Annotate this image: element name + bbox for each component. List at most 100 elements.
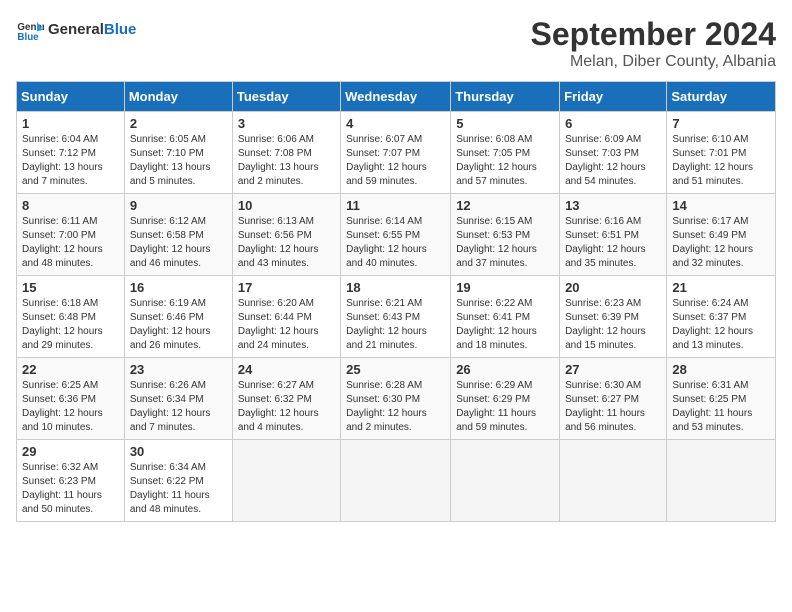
day-number: 28 xyxy=(672,362,770,377)
calendar-cell xyxy=(451,440,560,522)
logo-icon: General Blue xyxy=(16,16,44,44)
day-info: Sunrise: 6:17 AMSunset: 6:49 PMDaylight:… xyxy=(672,215,770,271)
day-info: Sunrise: 6:05 AMSunset: 7:10 PMDaylight:… xyxy=(130,133,227,189)
day-info: Sunrise: 6:30 AMSunset: 6:27 PMDaylight:… xyxy=(565,379,661,435)
col-header-thursday: Thursday xyxy=(451,82,560,112)
calendar-table: SundayMondayTuesdayWednesdayThursdayFrid… xyxy=(16,81,776,522)
day-info: Sunrise: 6:18 AMSunset: 6:48 PMDaylight:… xyxy=(22,297,119,353)
day-info: Sunrise: 6:32 AMSunset: 6:23 PMDaylight:… xyxy=(22,461,119,517)
calendar-cell: 5 Sunrise: 6:08 AMSunset: 7:05 PMDaylight… xyxy=(451,112,560,194)
calendar-cell: 23 Sunrise: 6:26 AMSunset: 6:34 PMDayligh… xyxy=(124,358,232,440)
svg-text:Blue: Blue xyxy=(17,32,39,43)
col-header-sunday: Sunday xyxy=(17,82,125,112)
calendar-cell: 24 Sunrise: 6:27 AMSunset: 6:32 PMDayligh… xyxy=(232,358,340,440)
day-number: 7 xyxy=(672,116,770,131)
calendar-cell: 26 Sunrise: 6:29 AMSunset: 6:29 PMDayligh… xyxy=(451,358,560,440)
day-info: Sunrise: 6:29 AMSunset: 6:29 PMDaylight:… xyxy=(456,379,554,435)
calendar-cell: 29 Sunrise: 6:32 AMSunset: 6:23 PMDayligh… xyxy=(17,440,125,522)
calendar-cell: 13Sunrise: 6:16 AMSunset: 6:51 PMDayligh… xyxy=(560,194,667,276)
day-info: Sunrise: 6:10 AMSunset: 7:01 PMDaylight:… xyxy=(672,133,770,189)
day-info: Sunrise: 6:08 AMSunset: 7:05 PMDaylight:… xyxy=(456,133,554,189)
day-number: 18 xyxy=(346,280,445,295)
day-number: 5 xyxy=(456,116,554,131)
day-info: Sunrise: 6:15 AMSunset: 6:53 PMDaylight:… xyxy=(456,215,554,271)
day-number: 26 xyxy=(456,362,554,377)
col-header-monday: Monday xyxy=(124,82,232,112)
page-header: General Blue GeneralBlue September 2024 … xyxy=(16,16,776,71)
day-number: 22 xyxy=(22,362,119,377)
day-number: 21 xyxy=(672,280,770,295)
calendar-cell: 28 Sunrise: 6:31 AMSunset: 6:25 PMDayligh… xyxy=(667,358,776,440)
day-info: Sunrise: 6:16 AMSunset: 6:51 PMDaylight:… xyxy=(565,215,661,271)
day-info: Sunrise: 6:09 AMSunset: 7:03 PMDaylight:… xyxy=(565,133,661,189)
day-number: 16 xyxy=(130,280,227,295)
day-number: 3 xyxy=(238,116,335,131)
day-info: Sunrise: 6:24 AMSunset: 6:37 PMDaylight:… xyxy=(672,297,770,353)
day-info: Sunrise: 6:14 AMSunset: 6:55 PMDaylight:… xyxy=(346,215,445,271)
day-number: 12 xyxy=(456,198,554,213)
calendar-cell xyxy=(560,440,667,522)
calendar-title: September 2024 xyxy=(531,16,776,53)
day-info: Sunrise: 6:21 AMSunset: 6:43 PMDaylight:… xyxy=(346,297,445,353)
calendar-cell: 7 Sunrise: 6:10 AMSunset: 7:01 PMDaylight… xyxy=(667,112,776,194)
calendar-cell: 19 Sunrise: 6:22 AMSunset: 6:41 PMDayligh… xyxy=(451,276,560,358)
calendar-cell: 14 Sunrise: 6:17 AMSunset: 6:49 PMDayligh… xyxy=(667,194,776,276)
calendar-cell: 21 Sunrise: 6:24 AMSunset: 6:37 PMDayligh… xyxy=(667,276,776,358)
calendar-cell: 3 Sunrise: 6:06 AMSunset: 7:08 PMDaylight… xyxy=(232,112,340,194)
calendar-cell xyxy=(232,440,340,522)
day-number: 4 xyxy=(346,116,445,131)
day-info: Sunrise: 6:06 AMSunset: 7:08 PMDaylight:… xyxy=(238,133,335,189)
calendar-cell: 10Sunrise: 6:13 AMSunset: 6:56 PMDayligh… xyxy=(232,194,340,276)
day-number: 20 xyxy=(565,280,661,295)
calendar-cell: 18 Sunrise: 6:21 AMSunset: 6:43 PMDayligh… xyxy=(341,276,451,358)
day-info: Sunrise: 6:27 AMSunset: 6:32 PMDaylight:… xyxy=(238,379,335,435)
day-info: Sunrise: 6:07 AMSunset: 7:07 PMDaylight:… xyxy=(346,133,445,189)
day-info: Sunrise: 6:26 AMSunset: 6:34 PMDaylight:… xyxy=(130,379,227,435)
day-number: 23 xyxy=(130,362,227,377)
calendar-cell: 25 Sunrise: 6:28 AMSunset: 6:30 PMDayligh… xyxy=(341,358,451,440)
day-number: 30 xyxy=(130,444,227,459)
day-number: 15 xyxy=(22,280,119,295)
day-number: 8 xyxy=(22,198,119,213)
title-area: September 2024 Melan, Diber County, Alba… xyxy=(531,16,776,71)
calendar-cell: 16Sunrise: 6:19 AMSunset: 6:46 PMDayligh… xyxy=(124,276,232,358)
day-number: 11 xyxy=(346,198,445,213)
day-info: Sunrise: 6:04 AMSunset: 7:12 PMDaylight:… xyxy=(22,133,119,189)
day-info: Sunrise: 6:20 AMSunset: 6:44 PMDaylight:… xyxy=(238,297,335,353)
day-info: Sunrise: 6:25 AMSunset: 6:36 PMDaylight:… xyxy=(22,379,119,435)
calendar-cell: 30 Sunrise: 6:34 AMSunset: 6:22 PMDayligh… xyxy=(124,440,232,522)
calendar-subtitle: Melan, Diber County, Albania xyxy=(531,53,776,71)
day-info: Sunrise: 6:34 AMSunset: 6:22 PMDaylight:… xyxy=(130,461,227,517)
col-header-friday: Friday xyxy=(560,82,667,112)
day-number: 27 xyxy=(565,362,661,377)
day-info: Sunrise: 6:11 AMSunset: 7:00 PMDaylight:… xyxy=(22,215,119,271)
calendar-cell: 12 Sunrise: 6:15 AMSunset: 6:53 PMDayligh… xyxy=(451,194,560,276)
col-header-wednesday: Wednesday xyxy=(341,82,451,112)
day-number: 24 xyxy=(238,362,335,377)
day-info: Sunrise: 6:31 AMSunset: 6:25 PMDaylight:… xyxy=(672,379,770,435)
day-number: 25 xyxy=(346,362,445,377)
day-number: 19 xyxy=(456,280,554,295)
day-number: 29 xyxy=(22,444,119,459)
col-header-saturday: Saturday xyxy=(667,82,776,112)
day-info: Sunrise: 6:22 AMSunset: 6:41 PMDaylight:… xyxy=(456,297,554,353)
day-number: 14 xyxy=(672,198,770,213)
col-header-tuesday: Tuesday xyxy=(232,82,340,112)
logo-general-text: General xyxy=(48,21,104,38)
calendar-cell: 20 Sunrise: 6:23 AMSunset: 6:39 PMDayligh… xyxy=(560,276,667,358)
calendar-cell xyxy=(341,440,451,522)
calendar-cell: 27 Sunrise: 6:30 AMSunset: 6:27 PMDayligh… xyxy=(560,358,667,440)
calendar-cell: 22 Sunrise: 6:25 AMSunset: 6:36 PMDayligh… xyxy=(17,358,125,440)
day-info: Sunrise: 6:28 AMSunset: 6:30 PMDaylight:… xyxy=(346,379,445,435)
day-number: 9 xyxy=(130,198,227,213)
calendar-cell: 4 Sunrise: 6:07 AMSunset: 7:07 PMDaylight… xyxy=(341,112,451,194)
calendar-cell: 15 Sunrise: 6:18 AMSunset: 6:48 PMDayligh… xyxy=(17,276,125,358)
day-info: Sunrise: 6:23 AMSunset: 6:39 PMDaylight:… xyxy=(565,297,661,353)
calendar-cell: 17 Sunrise: 6:20 AMSunset: 6:44 PMDayligh… xyxy=(232,276,340,358)
calendar-cell: 9Sunrise: 6:12 AMSunset: 6:58 PMDaylight… xyxy=(124,194,232,276)
calendar-cell: 1 Sunrise: 6:04 AMSunset: 7:12 PMDaylight… xyxy=(17,112,125,194)
day-number: 17 xyxy=(238,280,335,295)
day-number: 6 xyxy=(565,116,661,131)
day-number: 1 xyxy=(22,116,119,131)
logo-blue-text: Blue xyxy=(104,21,137,38)
